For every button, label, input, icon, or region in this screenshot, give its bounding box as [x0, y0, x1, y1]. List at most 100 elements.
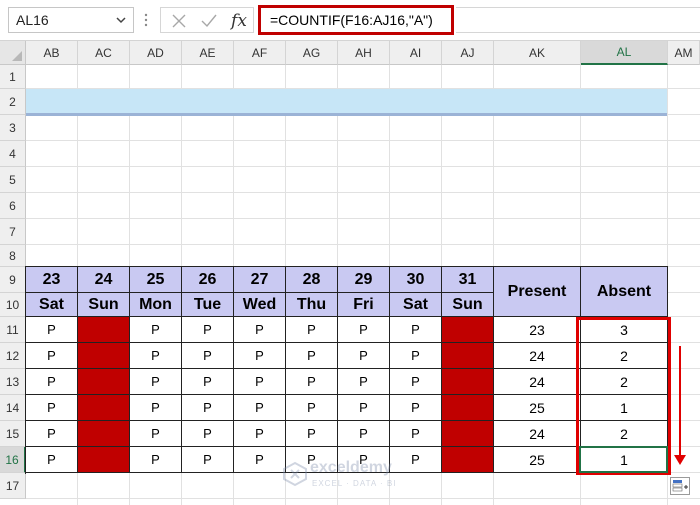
column-header-ae[interactable]: AE: [182, 41, 234, 65]
row-header-5[interactable]: 5: [0, 167, 26, 193]
column-header-ah[interactable]: AH: [338, 41, 390, 65]
attendance-cell[interactable]: P: [338, 421, 390, 447]
attendance-cell[interactable]: P: [234, 447, 286, 473]
attendance-cell[interactable]: P: [130, 447, 182, 473]
formula-input-extension[interactable]: [456, 7, 700, 33]
present-count-cell[interactable]: 24: [494, 421, 581, 447]
attendance-cell[interactable]: P: [338, 395, 390, 421]
row-header-4[interactable]: 4: [0, 141, 26, 167]
holiday-cell[interactable]: [442, 421, 494, 447]
attendance-cell[interactable]: P: [286, 395, 338, 421]
row-header-2[interactable]: 2: [0, 89, 26, 115]
column-header-am[interactable]: AM: [668, 41, 700, 65]
row-header-15[interactable]: 15: [0, 421, 26, 447]
attendance-cell[interactable]: P: [26, 447, 78, 473]
attendance-cell[interactable]: P: [26, 395, 78, 421]
insert-function-button[interactable]: fx: [225, 8, 253, 34]
column-header-ai[interactable]: AI: [390, 41, 442, 65]
row-header-17[interactable]: 17: [0, 473, 26, 499]
attendance-cell[interactable]: P: [390, 317, 442, 343]
holiday-cell[interactable]: [78, 395, 130, 421]
column-header-al[interactable]: AL: [581, 41, 668, 65]
attendance-cell[interactable]: P: [182, 447, 234, 473]
date-header-25[interactable]: 25: [130, 267, 182, 293]
active-cell[interactable]: [579, 446, 668, 473]
present-header[interactable]: Present: [494, 267, 581, 317]
row-header-14[interactable]: 14: [0, 395, 26, 421]
attendance-cell[interactable]: P: [338, 343, 390, 369]
holiday-cell[interactable]: [442, 447, 494, 473]
column-header-ad[interactable]: AD: [130, 41, 182, 65]
date-header-29[interactable]: 29: [338, 267, 390, 293]
title-banner[interactable]: [26, 89, 667, 115]
attendance-cell[interactable]: P: [286, 317, 338, 343]
day-header-26[interactable]: Tue: [182, 293, 234, 317]
attendance-cell[interactable]: P: [234, 343, 286, 369]
holiday-cell[interactable]: [442, 369, 494, 395]
holiday-cell[interactable]: [78, 343, 130, 369]
column-header-ak[interactable]: AK: [494, 41, 581, 65]
day-header-27[interactable]: Wed: [234, 293, 286, 317]
present-count-cell[interactable]: 25: [494, 447, 581, 473]
attendance-cell[interactable]: P: [26, 421, 78, 447]
row-header-13[interactable]: 13: [0, 369, 26, 395]
more-options-icon[interactable]: [144, 12, 148, 28]
attendance-cell[interactable]: P: [390, 343, 442, 369]
row-header-7[interactable]: 7: [0, 219, 26, 245]
holiday-cell[interactable]: [78, 317, 130, 343]
row-header-9[interactable]: 9: [0, 267, 26, 293]
holiday-cell[interactable]: [78, 447, 130, 473]
day-header-24[interactable]: Sun: [78, 293, 130, 317]
day-header-23[interactable]: Sat: [26, 293, 78, 317]
date-header-30[interactable]: 30: [390, 267, 442, 293]
column-header-af[interactable]: AF: [234, 41, 286, 65]
day-header-28[interactable]: Thu: [286, 293, 338, 317]
attendance-cell[interactable]: P: [26, 369, 78, 395]
attendance-cell[interactable]: P: [390, 369, 442, 395]
present-count-cell[interactable]: 23: [494, 317, 581, 343]
quick-analysis-icon[interactable]: [670, 477, 690, 495]
column-header-ag[interactable]: AG: [286, 41, 338, 65]
day-header-25[interactable]: Mon: [130, 293, 182, 317]
attendance-cell[interactable]: P: [286, 421, 338, 447]
date-header-28[interactable]: 28: [286, 267, 338, 293]
attendance-cell[interactable]: P: [130, 395, 182, 421]
formula-input[interactable]: =COUNTIF(F16:AJ16,"A"): [258, 5, 454, 35]
check-icon[interactable]: [195, 8, 223, 34]
attendance-cell[interactable]: P: [338, 369, 390, 395]
day-header-30[interactable]: Sat: [390, 293, 442, 317]
attendance-cell[interactable]: P: [182, 317, 234, 343]
date-header-23[interactable]: 23: [26, 267, 78, 293]
absent-header[interactable]: Absent: [581, 267, 668, 317]
attendance-cell[interactable]: P: [390, 395, 442, 421]
holiday-cell[interactable]: [442, 395, 494, 421]
date-header-27[interactable]: 27: [234, 267, 286, 293]
attendance-cell[interactable]: P: [26, 343, 78, 369]
attendance-cell[interactable]: P: [234, 421, 286, 447]
attendance-cell[interactable]: P: [130, 369, 182, 395]
column-header-aj[interactable]: AJ: [442, 41, 494, 65]
attendance-cell[interactable]: P: [130, 317, 182, 343]
day-header-31[interactable]: Sun: [442, 293, 494, 317]
holiday-cell[interactable]: [442, 343, 494, 369]
present-count-cell[interactable]: 24: [494, 343, 581, 369]
chevron-down-icon[interactable]: [114, 13, 128, 27]
present-count-cell[interactable]: 25: [494, 395, 581, 421]
row-header-8[interactable]: 8: [0, 245, 26, 267]
row-header-11[interactable]: 11: [0, 317, 26, 343]
holiday-cell[interactable]: [78, 369, 130, 395]
date-header-26[interactable]: 26: [182, 267, 234, 293]
date-header-31[interactable]: 31: [442, 267, 494, 293]
column-header-ac[interactable]: AC: [78, 41, 130, 65]
name-box[interactable]: AL16: [8, 7, 134, 33]
row-header-12[interactable]: 12: [0, 343, 26, 369]
column-header-ab[interactable]: AB: [26, 41, 78, 65]
attendance-cell[interactable]: P: [286, 369, 338, 395]
attendance-cell[interactable]: P: [338, 317, 390, 343]
attendance-cell[interactable]: P: [390, 421, 442, 447]
attendance-cell[interactable]: P: [182, 369, 234, 395]
attendance-cell[interactable]: P: [182, 343, 234, 369]
holiday-cell[interactable]: [78, 421, 130, 447]
select-all-corner[interactable]: [0, 41, 26, 65]
close-icon[interactable]: [165, 8, 193, 34]
